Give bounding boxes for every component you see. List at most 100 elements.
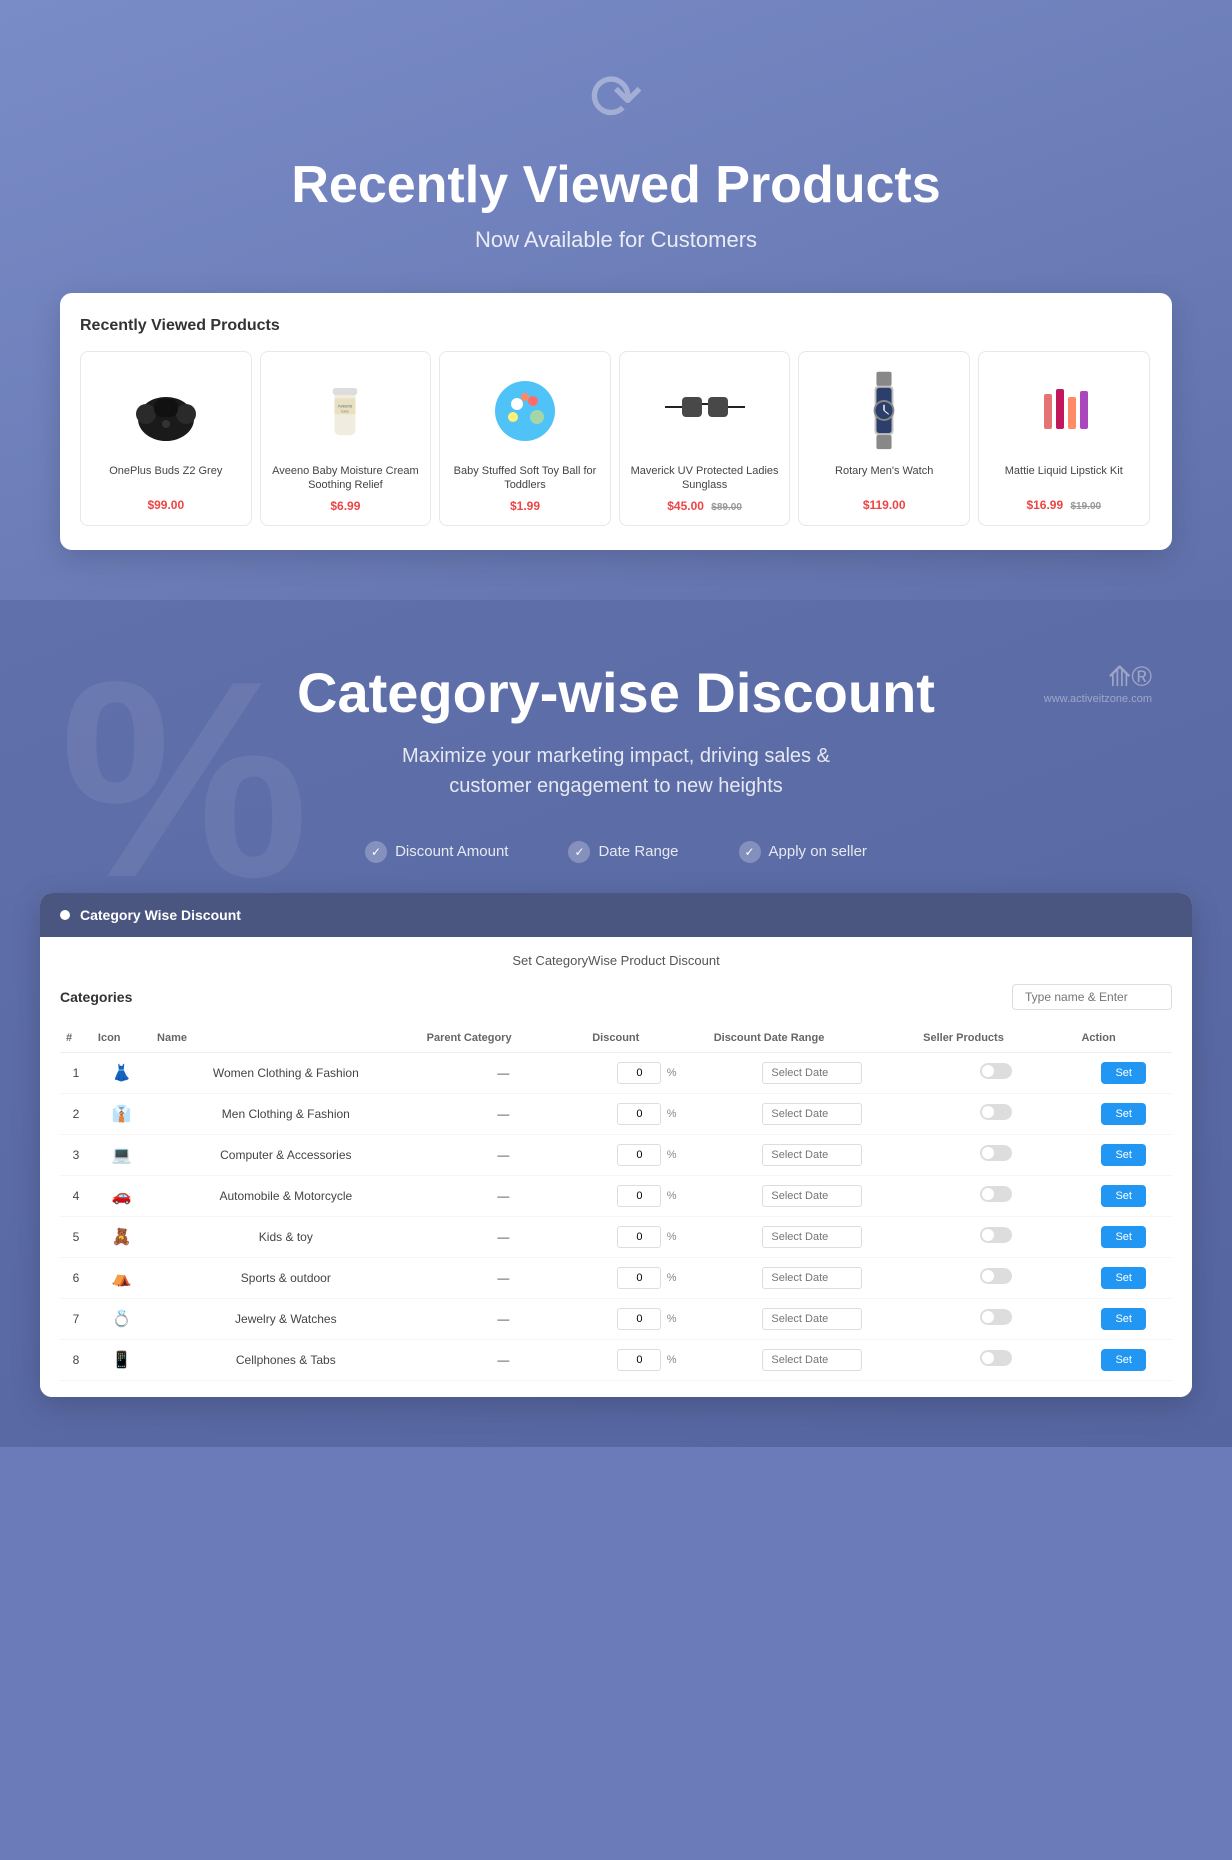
date-input-2[interactable] — [762, 1103, 862, 1125]
col-date-range: Discount Date Range — [708, 1024, 917, 1053]
cell-discount-4: % — [586, 1175, 707, 1216]
date-input-7[interactable] — [762, 1308, 862, 1330]
discount-input-1[interactable] — [617, 1062, 661, 1084]
cell-name-4: Automobile & Motorcycle — [151, 1175, 421, 1216]
feature-label-3: Apply on seller — [769, 843, 867, 860]
cell-seller-2 — [917, 1093, 1075, 1134]
date-input-3[interactable] — [762, 1144, 862, 1166]
discount-input-5[interactable] — [617, 1226, 661, 1248]
col-name: Name — [151, 1024, 421, 1053]
cell-name-5: Kids & toy — [151, 1216, 421, 1257]
date-input-1[interactable] — [762, 1062, 862, 1084]
seller-toggle-5[interactable] — [980, 1227, 1012, 1243]
table-row-6: 6 ⛺ Sports & outdoor — % Set — [60, 1257, 1172, 1298]
product-price-3: $1.99 — [448, 499, 602, 513]
seller-toggle-7[interactable] — [980, 1309, 1012, 1325]
table-header-row: # Icon Name Parent Category Discount Dis… — [60, 1024, 1172, 1053]
product-image-3 — [448, 364, 602, 454]
cell-action-1: Set — [1075, 1052, 1172, 1093]
cell-seller-8 — [917, 1339, 1075, 1380]
discount-input-3[interactable] — [617, 1144, 661, 1166]
pct-label-1: % — [667, 1067, 677, 1079]
date-input-4[interactable] — [762, 1185, 862, 1207]
cell-discount-3: % — [586, 1134, 707, 1175]
cell-date-2 — [708, 1093, 917, 1134]
date-input-8[interactable] — [762, 1349, 862, 1371]
product-price-2: $6.99 — [269, 499, 423, 513]
product-card-2[interactable]: Aveeno baby Aveeno Baby Moisture Cream S… — [260, 351, 432, 526]
date-input-6[interactable] — [762, 1267, 862, 1289]
category-search-input[interactable] — [1012, 984, 1172, 1010]
cell-parent-5: — — [421, 1216, 587, 1257]
discount-input-6[interactable] — [617, 1267, 661, 1289]
table-row-4: 4 🚗 Automobile & Motorcycle — % Set — [60, 1175, 1172, 1216]
cell-parent-7: — — [421, 1298, 587, 1339]
discount-input-7[interactable] — [617, 1308, 661, 1330]
set-button-7[interactable]: Set — [1101, 1308, 1146, 1330]
cell-date-7 — [708, 1298, 917, 1339]
cell-name-8: Cellphones & Tabs — [151, 1339, 421, 1380]
cell-discount-2: % — [586, 1093, 707, 1134]
set-button-2[interactable]: Set — [1101, 1103, 1146, 1125]
feature-apply-seller: ✓ Apply on seller — [739, 841, 867, 863]
seller-toggle-8[interactable] — [980, 1350, 1012, 1366]
pct-label-3: % — [667, 1149, 677, 1161]
set-button-3[interactable]: Set — [1101, 1144, 1146, 1166]
seller-toggle-4[interactable] — [980, 1186, 1012, 1202]
product-name-3: Baby Stuffed Soft Toy Ball for Toddlers — [448, 464, 602, 493]
discount-input-2[interactable] — [617, 1103, 661, 1125]
seller-toggle-2[interactable] — [980, 1104, 1012, 1120]
admin-content: Set CategoryWise Product Discount Catego… — [40, 937, 1192, 1397]
set-button-5[interactable]: Set — [1101, 1226, 1146, 1248]
seller-toggle-3[interactable] — [980, 1145, 1012, 1161]
set-button-1[interactable]: Set — [1101, 1062, 1146, 1084]
product-image-1 — [89, 364, 243, 454]
cell-icon-3: 💻 — [92, 1134, 151, 1175]
discount-input-8[interactable] — [617, 1349, 661, 1371]
product-image-6 — [987, 364, 1141, 454]
col-num: # — [60, 1024, 92, 1053]
product-price-1: $99.00 — [89, 498, 243, 512]
history-icon: ⟳ — [20, 60, 1212, 135]
cell-date-5 — [708, 1216, 917, 1257]
cell-action-4: Set — [1075, 1175, 1172, 1216]
cell-name-7: Jewelry & Watches — [151, 1298, 421, 1339]
cell-name-6: Sports & outdoor — [151, 1257, 421, 1298]
cell-discount-5: % — [586, 1216, 707, 1257]
product-card-4[interactable]: Maverick UV Protected Ladies Sunglass $4… — [619, 351, 791, 526]
product-card-3[interactable]: Baby Stuffed Soft Toy Ball for Toddlers … — [439, 351, 611, 526]
product-panel-title: Recently Viewed Products — [80, 317, 1152, 335]
cell-parent-3: — — [421, 1134, 587, 1175]
date-input-5[interactable] — [762, 1226, 862, 1248]
product-card-6[interactable]: Mattie Liquid Lipstick Kit $16.99 $19.00 — [978, 351, 1150, 526]
col-seller: Seller Products — [917, 1024, 1075, 1053]
set-button-4[interactable]: Set — [1101, 1185, 1146, 1207]
product-price-6: $16.99 $19.00 — [987, 498, 1141, 512]
section1-subtitle: Now Available for Customers — [20, 227, 1212, 253]
set-button-8[interactable]: Set — [1101, 1349, 1146, 1371]
product-card-1[interactable]: OnePlus Buds Z2 Grey $99.00 — [80, 351, 252, 526]
feature-badges: ✓ Discount Amount ✓ Date Range ✓ Apply o… — [20, 841, 1212, 863]
seller-toggle-1[interactable] — [980, 1063, 1012, 1079]
cell-name-1: Women Clothing & Fashion — [151, 1052, 421, 1093]
page-subtitle: Set CategoryWise Product Discount — [60, 953, 1172, 968]
set-button-6[interactable]: Set — [1101, 1267, 1146, 1289]
cell-num-5: 5 — [60, 1216, 92, 1257]
cell-icon-5: 🧸 — [92, 1216, 151, 1257]
cell-icon-1: 👗 — [92, 1052, 151, 1093]
cell-date-4 — [708, 1175, 917, 1216]
seller-toggle-6[interactable] — [980, 1268, 1012, 1284]
cell-num-4: 4 — [60, 1175, 92, 1216]
cell-num-8: 8 — [60, 1339, 92, 1380]
admin-panel-title: Category Wise Discount — [80, 907, 241, 923]
section2-title: Category-wise Discount — [20, 660, 1212, 725]
col-icon: Icon — [92, 1024, 151, 1053]
product-name-6: Mattie Liquid Lipstick Kit — [987, 464, 1141, 492]
product-card-5[interactable]: Rotary Men's Watch $119.00 — [798, 351, 970, 526]
discount-input-4[interactable] — [617, 1185, 661, 1207]
cell-date-8 — [708, 1339, 917, 1380]
cell-icon-8: 📱 — [92, 1339, 151, 1380]
cell-date-3 — [708, 1134, 917, 1175]
cell-icon-4: 🚗 — [92, 1175, 151, 1216]
products-row: OnePlus Buds Z2 Grey $99.00 Aveeno baby — [80, 351, 1152, 526]
